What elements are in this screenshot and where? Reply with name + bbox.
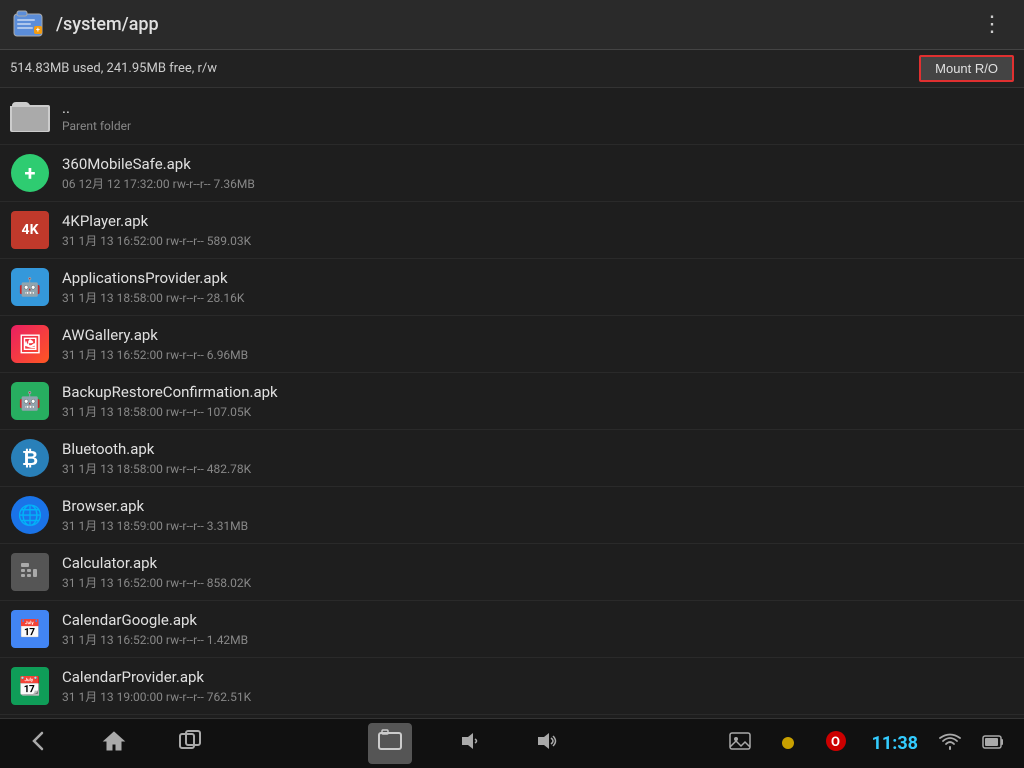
file-meta: 31 1月 13 16:52:00 rw-r--r-- 1.42MB bbox=[62, 631, 248, 648]
file-name: AWGallery.apk bbox=[62, 326, 248, 344]
file-name: Browser.apk bbox=[62, 497, 248, 515]
file-meta: Parent folder bbox=[62, 119, 131, 133]
battery-icon bbox=[982, 733, 1004, 755]
storage-info: 514.83MB used, 241.95MB free, r/w bbox=[10, 61, 919, 76]
file-name: CalendarGoogle.apk bbox=[62, 611, 248, 629]
file-meta: 31 1月 13 16:52:00 rw-r--r-- 589.03K bbox=[62, 232, 251, 249]
recent-apps-button[interactable] bbox=[172, 723, 208, 764]
list-item[interactable]: 📅 CalendarGoogle.apk 31 1月 13 16:52:00 rw-… bbox=[0, 601, 1024, 658]
status-bar: 514.83MB used, 241.95MB free, r/w Mount … bbox=[0, 50, 1024, 88]
file-icon-9: 📅 bbox=[10, 609, 50, 649]
list-item[interactable]: 🖼 AWGallery.apk 31 1月 13 16:52:00 rw-r--r-… bbox=[0, 316, 1024, 373]
file-icon-2: 4K bbox=[10, 210, 50, 250]
page-title: /system/app bbox=[56, 14, 973, 35]
file-icon-10: 📆 bbox=[10, 666, 50, 706]
mount-button[interactable]: Mount R/O bbox=[919, 55, 1014, 82]
file-meta: 31 1月 13 16:52:00 rw-r--r-- 858.02K bbox=[62, 574, 251, 591]
list-item[interactable]: ₿ Bluetooth.apk 31 1月 13 18:58:00 rw-r--r-… bbox=[0, 430, 1024, 487]
list-item[interactable]: 🤖 ApplicationsProvider.apk 31 1月 13 18:58:… bbox=[0, 259, 1024, 316]
file-icon-4: 🖼 bbox=[10, 324, 50, 364]
file-meta: 06 12月 12 17:32:00 rw-r--r-- 7.36MB bbox=[62, 175, 255, 192]
dot-indicator bbox=[776, 728, 800, 760]
volume-down-button[interactable] bbox=[452, 723, 488, 764]
volume-up-button[interactable] bbox=[528, 723, 564, 764]
file-icon-7: 🌐 bbox=[10, 495, 50, 535]
file-name: Calculator.apk bbox=[62, 554, 251, 572]
list-item[interactable]: 🌐 Browser.apk 31 1月 13 18:59:00 rw-r--r-- … bbox=[0, 487, 1024, 544]
svg-text:+: + bbox=[36, 26, 40, 34]
list-item[interactable]: 🤖 BackupRestoreConfirmation.apk 31 1月 13 1… bbox=[0, 373, 1024, 430]
list-item[interactable]: 📆 CalendarProvider.apk 31 1月 13 19:00:00 r… bbox=[0, 658, 1024, 715]
file-name: Bluetooth.apk bbox=[62, 440, 251, 458]
screenshot-button[interactable] bbox=[368, 723, 412, 764]
list-item[interactable]: .. Parent folder bbox=[0, 88, 1024, 145]
file-meta: 31 1月 13 18:59:00 rw-r--r-- 3.31MB bbox=[62, 517, 248, 534]
overflow-menu-button[interactable]: ⋮ bbox=[973, 8, 1012, 41]
file-icon-5: 🤖 bbox=[10, 381, 50, 421]
nav-bar: O 11:38 bbox=[0, 718, 1024, 768]
file-name: BackupRestoreConfirmation.apk bbox=[62, 383, 278, 401]
file-list: .. Parent folder +360MobileSafe.apk 06 12月 … bbox=[0, 88, 1024, 718]
home-button[interactable] bbox=[96, 723, 132, 764]
file-name: 4KPlayer.apk bbox=[62, 212, 251, 230]
file-icon-0 bbox=[10, 96, 50, 136]
clock-display: 11:38 bbox=[872, 733, 918, 754]
file-meta: 31 1月 13 16:52:00 rw-r--r-- 6.96MB bbox=[62, 346, 248, 363]
file-name: 360MobileSafe.apk bbox=[62, 155, 255, 173]
list-item[interactable]: 4K 4KPlayer.apk 31 1月 13 16:52:00 rw-r--r-… bbox=[0, 202, 1024, 259]
file-meta: 31 1月 13 18:58:00 rw-r--r-- 107.05K bbox=[62, 403, 278, 420]
list-item[interactable]: Calculator.apk 31 1月 13 16:52:00 rw-r--r-… bbox=[0, 544, 1024, 601]
opera-button[interactable]: O bbox=[820, 725, 852, 762]
app-icon: + bbox=[12, 8, 46, 42]
file-meta: 31 1月 13 18:58:00 rw-r--r-- 482.78K bbox=[62, 460, 251, 477]
file-name: .. bbox=[62, 99, 131, 117]
file-icon-8 bbox=[10, 552, 50, 592]
back-button[interactable] bbox=[20, 723, 56, 764]
gallery-button[interactable] bbox=[724, 725, 756, 762]
file-meta: 31 1月 13 18:58:00 rw-r--r-- 28.16K bbox=[62, 289, 244, 306]
file-name: ApplicationsProvider.apk bbox=[62, 269, 244, 287]
list-item[interactable]: +360MobileSafe.apk 06 12月 12 17:32:00 rw-… bbox=[0, 145, 1024, 202]
file-meta: 31 1月 13 19:00:00 rw-r--r-- 762.51K bbox=[62, 688, 251, 705]
file-icon-3: 🤖 bbox=[10, 267, 50, 307]
wifi-icon bbox=[938, 733, 962, 755]
file-icon-6: ₿ bbox=[10, 438, 50, 478]
top-bar: + /system/app ⋮ bbox=[0, 0, 1024, 50]
file-icon-1: + bbox=[10, 153, 50, 193]
file-name: CalendarProvider.apk bbox=[62, 668, 251, 686]
svg-text:O: O bbox=[831, 735, 840, 750]
